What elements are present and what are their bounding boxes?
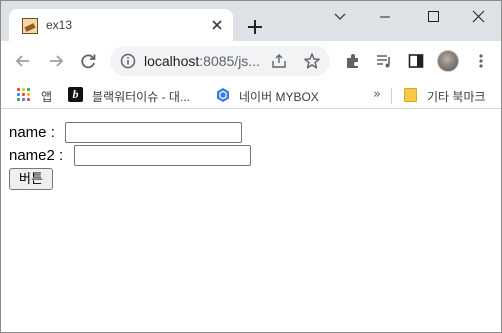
bookmark-naver-mybox[interactable]: 네이버 MYBOX — [215, 85, 325, 105]
bookmarks-divider — [391, 88, 392, 104]
bookmark-label: 기타 북마크 — [427, 90, 486, 104]
page-favicon-icon — [22, 18, 38, 34]
bookmark-other-folder[interactable]: 기타 북마크 — [404, 85, 499, 105]
bookmark-label: 네이버 MYBOX — [239, 90, 319, 104]
extensions-puzzle-icon[interactable] — [343, 51, 363, 71]
url-path: :8085/js... — [199, 53, 260, 69]
bookmark-label: 블랙워터이슈 - 대... — [92, 90, 190, 104]
name2-row: name2 : — [9, 145, 259, 167]
folder-icon — [404, 88, 417, 102]
minimize-icon[interactable] — [363, 1, 408, 33]
menu-kebab-icon[interactable] — [471, 51, 491, 71]
bookmark-apps[interactable]: 앱 — [17, 85, 57, 105]
share-icon[interactable] — [270, 53, 288, 69]
name2-input[interactable] — [74, 145, 251, 166]
bookmark-star-icon[interactable] — [303, 52, 321, 70]
reload-icon[interactable] — [78, 51, 98, 71]
name-input[interactable] — [65, 122, 242, 143]
site-info-icon[interactable] — [120, 53, 136, 69]
apps-grid-icon — [17, 88, 31, 102]
tab-title: ex13 — [46, 18, 73, 32]
bookmark-label: 앱 — [41, 90, 53, 104]
address-bar[interactable]: localhost:8085/js... — [110, 46, 330, 76]
submit-button[interactable]: 버튼 — [9, 168, 53, 190]
browser-window: ex13 localhost:8085/js... 앱 b 블랙워터이슈 - 대… — [0, 0, 502, 333]
tab-close-icon[interactable] — [209, 17, 225, 33]
tab-ex13[interactable]: ex13 — [9, 9, 233, 41]
title-bar: ex13 — [1, 1, 501, 41]
name2-label: name2 : — [9, 147, 64, 164]
forward-arrow-icon[interactable] — [46, 51, 66, 71]
bookmark-blackwater[interactable]: b 블랙워터이슈 - 대... — [68, 85, 203, 105]
url-host: localhost — [144, 53, 200, 69]
browser-toolbar: localhost:8085/js... — [1, 41, 501, 81]
page-content: name : name2 : 버튼 — [1, 110, 501, 332]
bookmarks-more-chevron[interactable]: » — [373, 87, 381, 102]
new-tab-plus-icon[interactable] — [245, 17, 265, 37]
mybox-icon — [215, 87, 231, 103]
name-label: name : — [9, 124, 55, 141]
tab-search-chevron-icon[interactable] — [317, 1, 362, 33]
b-logo-icon: b — [68, 87, 83, 102]
window-close-icon[interactable] — [456, 1, 501, 33]
profile-avatar[interactable] — [437, 50, 459, 72]
back-arrow-icon[interactable] — [13, 51, 33, 71]
url-text[interactable]: localhost:8085/js... — [144, 53, 260, 69]
name-row: name : — [9, 122, 249, 144]
side-panel-icon[interactable] — [406, 51, 426, 71]
bookmarks-bar: 앱 b 블랙워터이슈 - 대... 네이버 MYBOX » 기타 북마크 — [1, 81, 501, 109]
reading-list-icon[interactable] — [374, 51, 394, 71]
maximize-icon[interactable] — [409, 1, 454, 33]
